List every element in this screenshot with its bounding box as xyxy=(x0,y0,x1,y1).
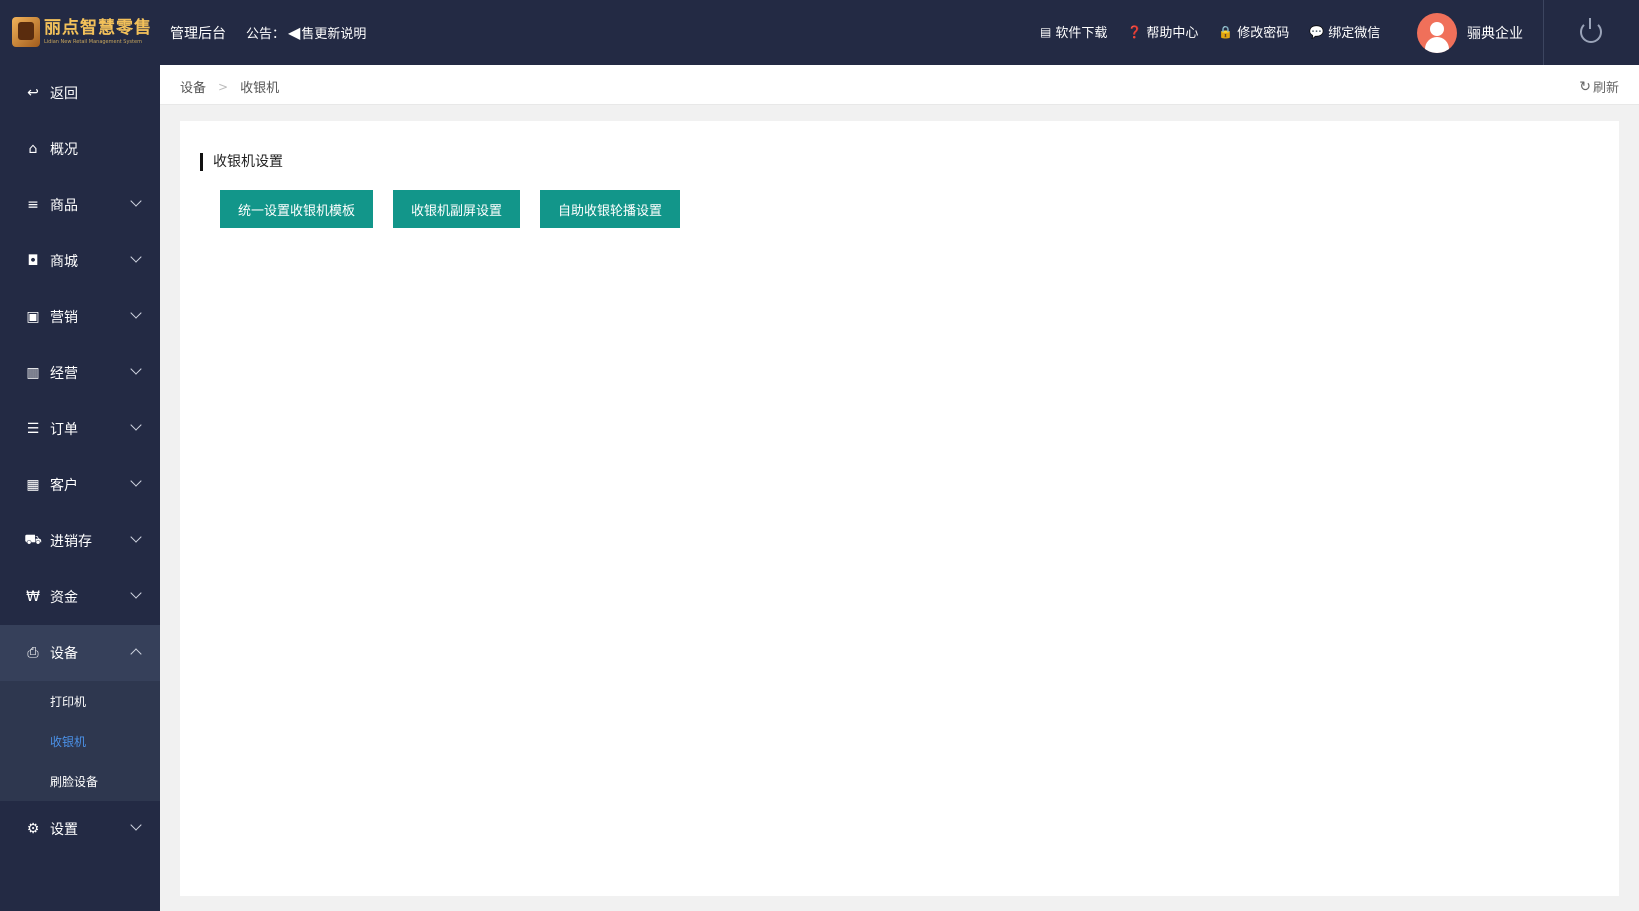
chevron-down-icon xyxy=(130,531,142,543)
truck-icon: ⛟ xyxy=(24,532,42,548)
sidebar-item-orders[interactable]: ☰ 订单 xyxy=(0,401,160,457)
breadcrumb-parent[interactable]: 设备 xyxy=(180,77,206,96)
devices-submenu: 打印机 收银机 刷脸设备 xyxy=(0,681,160,801)
sidebar-item-label: 订单 xyxy=(50,422,78,438)
sidebar-item-devices[interactable]: ⎙ 设备 xyxy=(0,625,160,681)
chevron-up-icon xyxy=(130,648,142,660)
submenu-item-cashier[interactable]: 收银机 xyxy=(0,721,160,761)
self-checkout-carousel-button[interactable]: 自助收银轮播设置 xyxy=(540,190,681,228)
sidebar-item-marketing[interactable]: ▣ 营销 xyxy=(0,289,160,345)
refresh-label: 刷新 xyxy=(1592,81,1619,96)
sidebar-item-label: 营销 xyxy=(50,310,78,326)
logo[interactable]: 丽点智慧零售 Lidian New Retail Management Syst… xyxy=(12,12,152,52)
order-list-icon: ☰ xyxy=(26,421,40,437)
breadcrumb-current: 收银机 xyxy=(240,81,280,96)
logo-subtext: Lidian New Retail Management System xyxy=(44,38,142,45)
sidebar-item-label: 客户 xyxy=(50,478,78,494)
back-icon: ↩ xyxy=(27,85,39,101)
top-bar: 丽点智慧零售 Lidian New Retail Management Syst… xyxy=(0,0,1639,65)
power-icon[interactable] xyxy=(1580,18,1602,43)
breadcrumb: 设备 > 收银机 xyxy=(180,77,280,97)
avatar[interactable] xyxy=(1417,13,1457,53)
chevron-right-icon: > xyxy=(218,79,229,94)
logo-icon xyxy=(12,17,40,47)
sidebar-item-label: 经营 xyxy=(50,366,78,382)
unified-template-button[interactable]: 统一设置收银机模板 xyxy=(220,190,374,228)
bag-icon: ◘ xyxy=(27,253,39,269)
sidebar-item-customers[interactable]: ▦ 客户 xyxy=(0,457,160,513)
key-icon: 🔒 xyxy=(1218,24,1234,39)
announcement-text[interactable]: 售更新说明 xyxy=(301,23,366,42)
shop-icon: ▤ xyxy=(1040,24,1052,39)
admin-title: 管理后台 xyxy=(170,26,226,42)
secondary-screen-button[interactable]: 收银机副屏设置 xyxy=(393,190,521,228)
won-icon: ₩ xyxy=(26,589,40,605)
submenu-item-face-device[interactable]: 刷脸设备 xyxy=(0,761,160,801)
sidebar-item-label: 设备 xyxy=(50,646,78,662)
chevron-down-icon xyxy=(130,819,142,831)
user-name: 骊典企业 xyxy=(1467,26,1523,42)
sidebar-item-label: 返回 xyxy=(50,86,78,102)
chevron-down-icon xyxy=(130,251,142,263)
change-password-link[interactable]: 🔒 修改密码 xyxy=(1218,22,1290,42)
chevron-down-icon xyxy=(130,587,142,599)
refresh-button[interactable]: ↻ 刷新 xyxy=(1579,77,1619,97)
button-group: 统一设置收银机模板 收银机副屏设置 自助收银轮播设置 xyxy=(220,190,700,228)
user-menu[interactable]: 骊典企业 xyxy=(1417,13,1523,53)
sidebar-item-settings[interactable]: ⚙ 设置 xyxy=(0,801,160,857)
announcement[interactable]: 公告： ◀ 售更新说明 xyxy=(246,23,366,42)
sidebar-item-overview[interactable]: ⌂ 概况 xyxy=(0,121,160,177)
chevron-down-icon xyxy=(130,195,142,207)
chevron-down-icon xyxy=(130,475,142,487)
gift-icon: ▣ xyxy=(26,309,40,325)
speaker-icon: ◀ xyxy=(288,23,301,42)
chevron-down-icon xyxy=(130,307,142,319)
wechat-icon: 💬 xyxy=(1309,24,1325,39)
announcement-label: 公告： xyxy=(246,27,286,42)
home-icon: ⌂ xyxy=(28,141,38,157)
id-card-icon: ▦ xyxy=(26,477,40,493)
section-title: 收银机设置 xyxy=(200,153,283,171)
logo-text: 丽点智慧零售 xyxy=(44,17,152,38)
change-password-label: 修改密码 xyxy=(1237,26,1290,41)
header-divider xyxy=(1543,0,1544,65)
sidebar-item-operations[interactable]: ▥ 经营 xyxy=(0,345,160,401)
sidebar-item-mall[interactable]: ◘ 商城 xyxy=(0,233,160,289)
help-center-label: 帮助中心 xyxy=(1146,26,1199,41)
sidebar-item-label: 设置 xyxy=(50,822,78,838)
main-panel: 收银机设置 统一设置收银机模板 收银机副屏设置 自助收银轮播设置 xyxy=(180,121,1619,896)
sidebar: ↩ 返回 ⌂ 概况 ≡ 商品 ◘ 商城 ▣ 营销 ▥ 经营 ☰ 订单 ▦ 客户 … xyxy=(0,65,160,911)
refresh-icon: ↻ xyxy=(1579,78,1591,95)
list-icon: ≡ xyxy=(27,197,39,213)
bind-wechat-label: 绑定微信 xyxy=(1328,26,1381,41)
submenu-item-printer[interactable]: 打印机 xyxy=(0,681,160,721)
sidebar-item-back[interactable]: ↩ 返回 xyxy=(0,65,160,121)
sidebar-item-products[interactable]: ≡ 商品 xyxy=(0,177,160,233)
bar-chart-icon: ▥ xyxy=(26,365,40,381)
gear-icon: ⚙ xyxy=(26,821,40,837)
help-icon: ❓ xyxy=(1127,24,1143,39)
help-center-link[interactable]: ❓ 帮助中心 xyxy=(1127,22,1199,42)
sidebar-item-label: 资金 xyxy=(50,590,78,606)
chevron-down-icon xyxy=(130,419,142,431)
sidebar-item-label: 进销存 xyxy=(50,534,92,550)
sidebar-item-inventory[interactable]: ⛟ 进销存 xyxy=(0,513,160,569)
sidebar-item-label: 商城 xyxy=(50,254,78,270)
sidebar-item-label: 概况 xyxy=(50,142,78,158)
software-download-link[interactable]: ▤ 软件下载 xyxy=(1040,22,1108,42)
sidebar-item-funds[interactable]: ₩ 资金 xyxy=(0,569,160,625)
breadcrumb-bar: 设备 > 收银机 ↻ 刷新 xyxy=(160,65,1639,105)
software-download-label: 软件下载 xyxy=(1055,26,1108,41)
bind-wechat-link[interactable]: 💬 绑定微信 xyxy=(1309,22,1381,42)
chevron-down-icon xyxy=(130,363,142,375)
printer-icon: ⎙ xyxy=(27,645,39,661)
sidebar-item-label: 商品 xyxy=(50,198,78,214)
